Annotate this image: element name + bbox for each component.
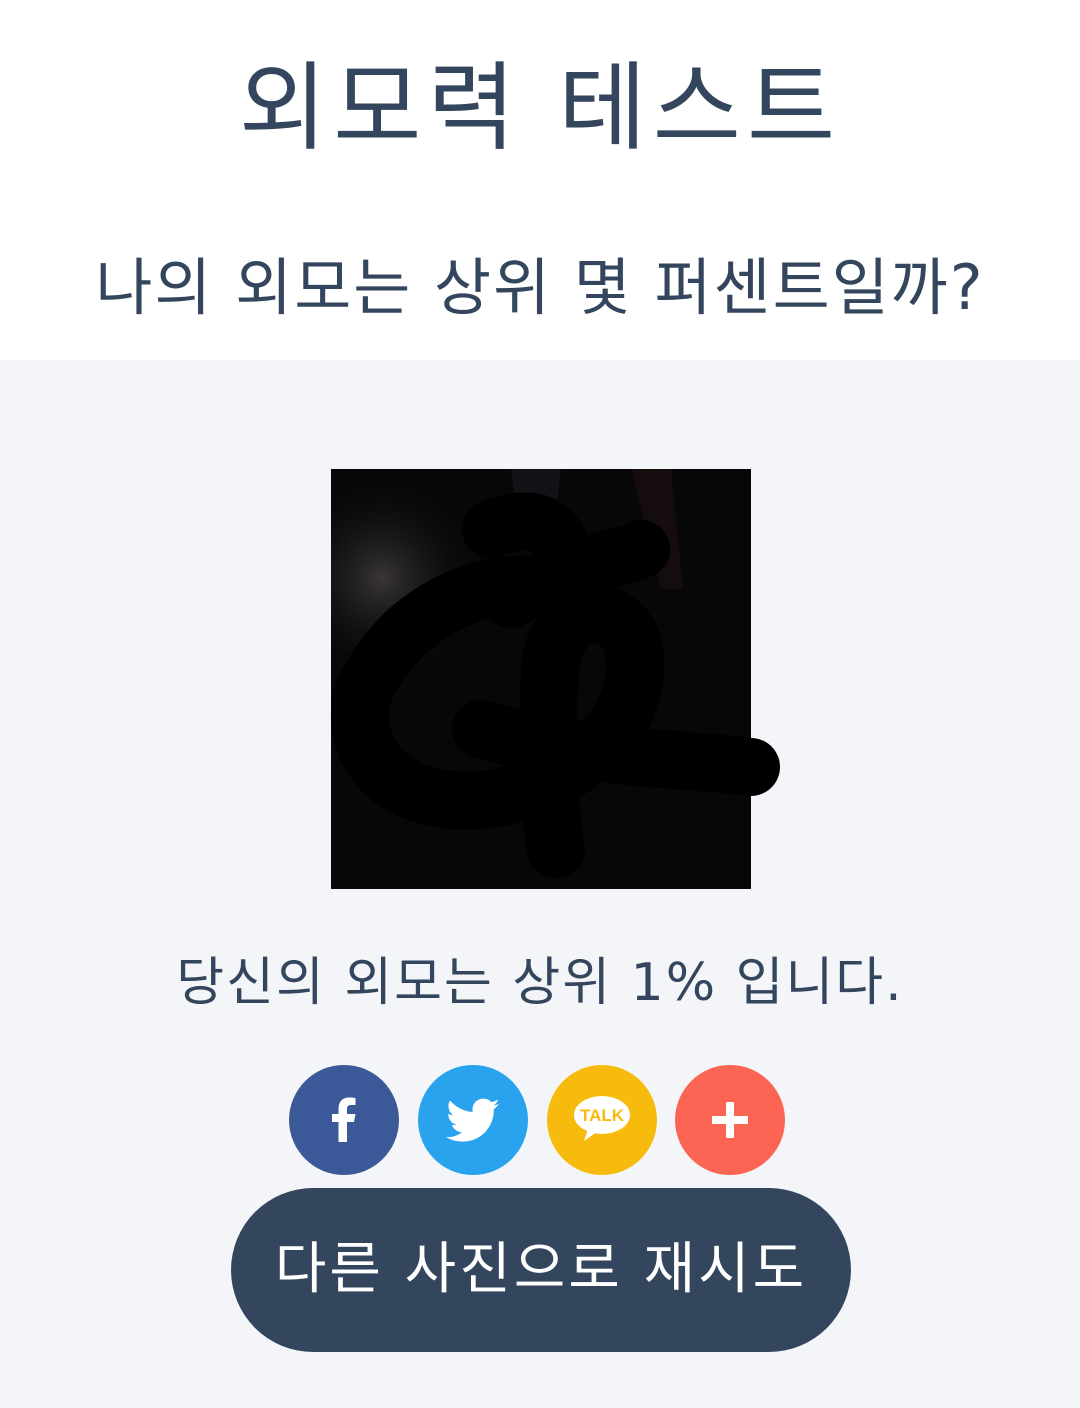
result-section: 당신의 외모는 상위 1% 입니다. TALK 다른 사진으로 재시도 xyxy=(0,360,1080,1408)
page-title: 외모력 테스트 xyxy=(238,52,842,164)
plus-icon xyxy=(712,1102,748,1138)
facebook-share-button[interactable] xyxy=(289,1065,399,1175)
page: 외모력 테스트 나의 외모는 상위 몇 퍼센트일까? 당신의 외모는 상위 1%… xyxy=(0,0,1080,1408)
kakaotalk-label: TALK xyxy=(580,1106,625,1125)
kakaotalk-icon: TALK xyxy=(574,1096,630,1141)
more-share-button[interactable] xyxy=(675,1065,785,1175)
facebook-icon xyxy=(332,1097,356,1142)
share-buttons: TALK xyxy=(289,1065,789,1175)
result-text: 당신의 외모는 상위 1% 입니다. xyxy=(176,953,904,1013)
twitter-share-button[interactable] xyxy=(418,1065,528,1175)
header: 외모력 테스트 나의 외모는 상위 몇 퍼센트일까? xyxy=(0,0,1080,360)
photo-image xyxy=(330,469,780,889)
result-photo xyxy=(330,469,780,889)
twitter-icon xyxy=(445,1098,500,1142)
page-subtitle: 나의 외모는 상위 몇 퍼센트일까? xyxy=(95,251,985,324)
kakaotalk-share-button[interactable]: TALK xyxy=(547,1065,657,1175)
retry-button[interactable]: 다른 사진으로 재시도 xyxy=(231,1188,851,1352)
